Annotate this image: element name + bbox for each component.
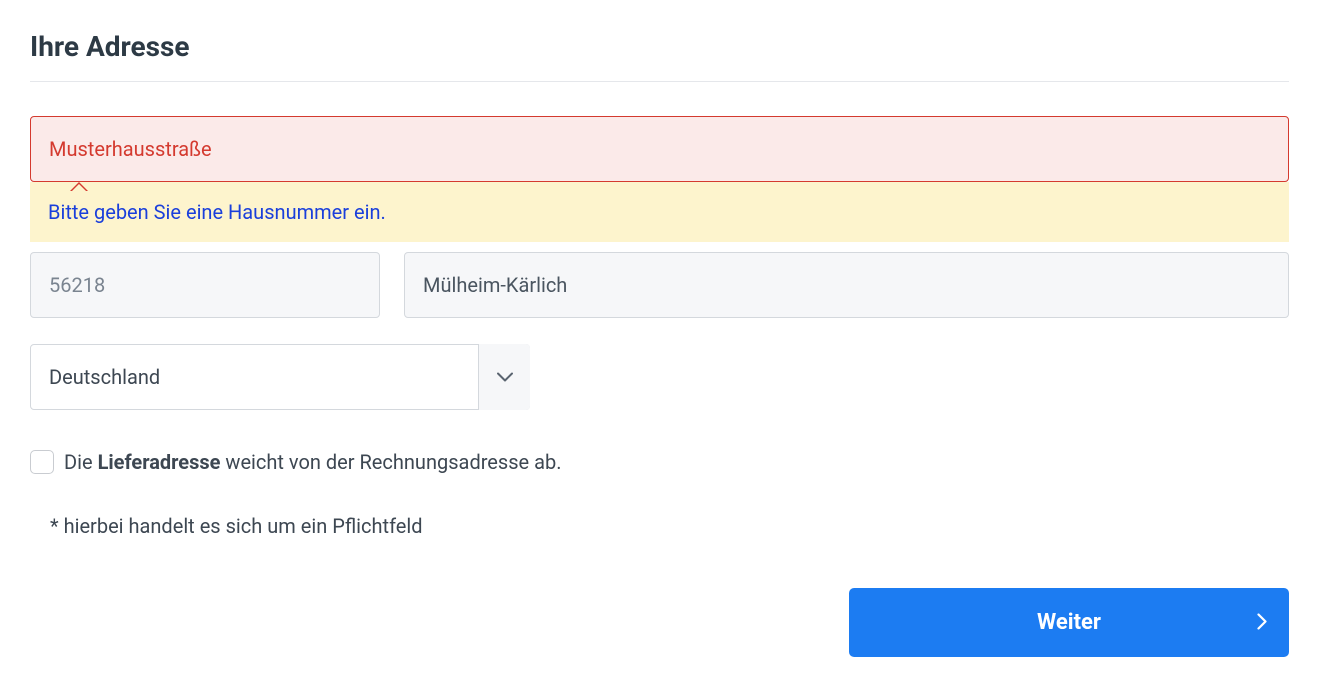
postal-city-row [30,252,1289,318]
city-input[interactable] [404,252,1289,318]
required-field-note: * hierbei handelt es sich um ein Pflicht… [50,514,1289,538]
delivery-address-checkbox-row: Die Lieferadresse weicht von der Rechnun… [30,450,1289,474]
continue-button[interactable]: Weiter [849,588,1289,657]
checkbox-label-post: weicht von der Rechnungsadresse ab. [220,450,561,474]
delivery-address-checkbox[interactable] [30,450,54,474]
button-row: Weiter [30,588,1289,657]
checkbox-label-bold: Lieferadresse [98,450,221,474]
street-field-wrap [30,116,1289,182]
country-select-wrap: Deutschland [30,344,530,410]
postal-code-input[interactable] [30,252,380,318]
country-select[interactable]: Deutschland [30,344,530,410]
chevron-right-icon [1257,610,1267,635]
section-divider [30,81,1289,82]
checkbox-label-pre: Die [64,450,98,474]
continue-button-label: Weiter [1037,610,1101,635]
street-error-message: Bitte geben Sie eine Hausnummer ein. [30,182,1289,242]
error-arrow-icon [70,182,88,191]
street-input[interactable] [30,116,1289,182]
delivery-address-label[interactable]: Die Lieferadresse weicht von der Rechnun… [64,450,562,474]
section-title: Ihre Adresse [30,30,1289,63]
